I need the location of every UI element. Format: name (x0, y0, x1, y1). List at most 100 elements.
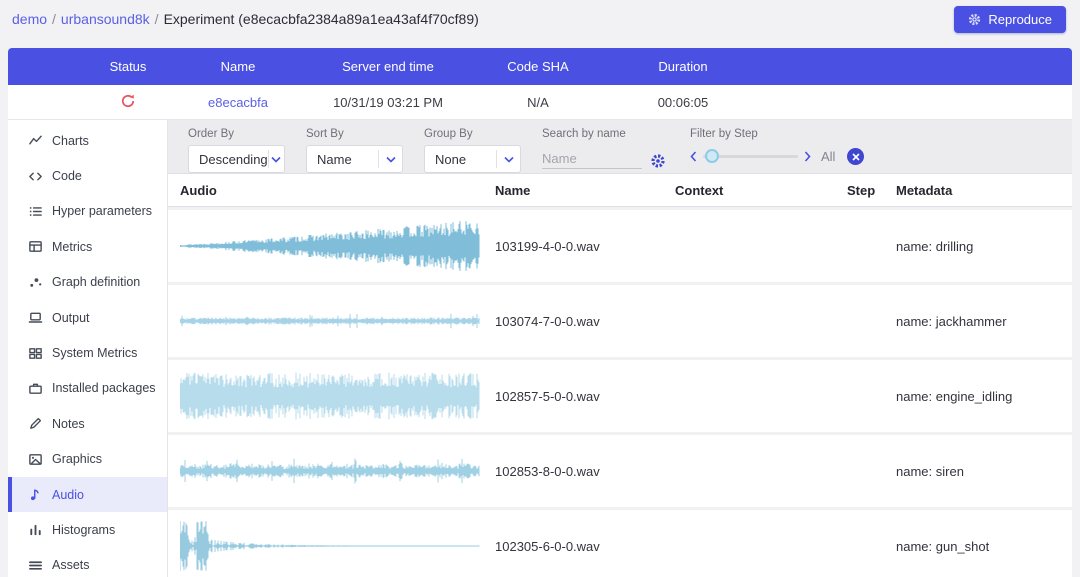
duration-value: 00:06:05 (598, 95, 768, 110)
sidebar-item-histograms[interactable]: Histograms (8, 512, 167, 547)
order-by-group: Order By Descending (188, 128, 285, 173)
audio-name: 102853-8-0-0.wav (495, 464, 675, 479)
sidebar-item-system-metrics[interactable]: System Metrics (8, 335, 167, 370)
column-status: Status (78, 59, 178, 74)
audio-table-header: Audio Name Context Step Metadata (168, 174, 1072, 207)
breadcrumb-link-workspace[interactable]: demo (12, 11, 47, 27)
audio-table: Audio Name Context Step Metadata 103199-… (168, 174, 1072, 577)
image-icon (28, 452, 43, 467)
audio-name: 103074-7-0-0.wav (495, 314, 675, 329)
sidebar-item-code[interactable]: Code (8, 158, 167, 193)
column-context: Context (675, 183, 847, 198)
sidebar: Charts Code Hyper parameters Metrics Gra… (8, 120, 168, 577)
sort-by-label: Sort By (306, 128, 403, 140)
gear-icon (968, 13, 981, 26)
search-label: Search by name (542, 128, 666, 140)
column-metadata: Metadata (892, 183, 1072, 198)
sidebar-item-installed-packages[interactable]: Installed packages (8, 371, 167, 406)
chevron-down-icon (268, 150, 284, 168)
chart-icon (28, 133, 43, 148)
step-filter-group: Filter by Step All (690, 128, 864, 165)
table-icon (28, 239, 43, 254)
order-by-select[interactable]: Descending (188, 145, 285, 173)
code-icon (28, 169, 43, 184)
sidebar-item-graphics[interactable]: Graphics (8, 442, 167, 477)
search-input[interactable] (542, 149, 642, 169)
sidebar-item-hyper-parameters[interactable]: Hyper parameters (8, 194, 167, 229)
step-slider[interactable] (703, 155, 798, 158)
column-code-sha: Code SHA (478, 59, 598, 74)
chevron-down-icon (496, 150, 520, 168)
waveform-player[interactable] (180, 443, 480, 499)
breadcrumb-separator: / (52, 11, 56, 27)
audio-metadata: name: gun_shot (892, 539, 1072, 554)
filter-bar: Order By Descending Sort By Name Group B… (168, 120, 1072, 174)
reproduce-button[interactable]: Reproduce (954, 6, 1066, 33)
close-icon[interactable] (847, 148, 864, 165)
column-server-end-time: Server end time (298, 59, 478, 74)
sidebar-item-graph-definition[interactable]: Graph definition (8, 265, 167, 300)
audio-row: 102305-6-0-0.wav name: gun_shot (168, 507, 1072, 577)
briefcase-icon (28, 381, 43, 396)
grid-icon (28, 346, 43, 361)
order-by-label: Order By (188, 128, 285, 140)
pencil-icon (28, 416, 43, 431)
chevron-left-icon[interactable] (690, 151, 697, 162)
breadcrumb-link-project[interactable]: urbansound8k (61, 11, 150, 27)
waveform-player[interactable] (180, 518, 480, 574)
sidebar-item-charts[interactable]: Charts (8, 123, 167, 158)
column-name: Name (495, 183, 675, 198)
column-step: Step (847, 183, 892, 198)
audio-row: 103199-4-0-0.wav name: drilling (168, 207, 1072, 282)
search-group: Search by name (542, 128, 666, 169)
audio-name: 103199-4-0-0.wav (495, 239, 675, 254)
breadcrumb-current: Experiment (e8ecacbfa2384a89a1ea43af4f70… (164, 11, 479, 27)
breadcrumb: demo / urbansound8k / Experiment (e8ecac… (12, 11, 479, 27)
step-slider-handle[interactable] (705, 149, 719, 163)
chevron-right-icon[interactable] (804, 151, 811, 162)
waveform-player[interactable] (180, 293, 480, 349)
sort-by-select[interactable]: Name (306, 145, 403, 173)
experiment-card: Status Name Server end time Code SHA Dur… (8, 48, 1072, 577)
top-bar: demo / urbansound8k / Experiment (e8ecac… (0, 0, 1080, 38)
audio-metadata: name: drilling (892, 239, 1072, 254)
list-icon (28, 204, 43, 219)
audio-row: 102857-5-0-0.wav name: engine_idling (168, 357, 1072, 432)
sidebar-item-audio[interactable]: Audio (8, 477, 167, 512)
scatter-icon (28, 275, 43, 290)
sidebar-item-assets[interactable]: Assets (8, 548, 167, 577)
step-filter-label: Filter by Step (690, 128, 864, 140)
experiment-table-header: Status Name Server end time Code SHA Dur… (8, 48, 1072, 85)
group-by-group: Group By None (424, 128, 521, 173)
code-sha-value: N/A (478, 95, 598, 110)
column-name: Name (178, 59, 298, 74)
refresh-icon[interactable] (120, 93, 136, 109)
sidebar-item-notes[interactable]: Notes (8, 406, 167, 441)
group-by-select[interactable]: None (424, 145, 521, 173)
lines-icon (28, 558, 43, 573)
music-note-icon (28, 487, 43, 502)
audio-row: 102853-8-0-0.wav name: siren (168, 432, 1072, 507)
audio-metadata: name: engine_idling (892, 389, 1072, 404)
audio-metadata: name: siren (892, 464, 1072, 479)
column-duration: Duration (598, 59, 768, 74)
waveform-player[interactable] (180, 368, 480, 424)
chevron-down-icon (378, 150, 402, 168)
sidebar-item-output[interactable]: Output (8, 300, 167, 335)
audio-metadata: name: jackhammer (892, 314, 1072, 329)
server-end-time-value: 10/31/19 03:21 PM (298, 95, 478, 110)
sidebar-item-metrics[interactable]: Metrics (8, 229, 167, 264)
experiment-name-link[interactable]: e8ecacbfa (208, 95, 268, 110)
sort-by-group: Sort By Name (306, 128, 403, 173)
experiment-row: e8ecacbfa 10/31/19 03:21 PM N/A 00:06:05 (8, 85, 1072, 120)
waveform-player[interactable] (180, 218, 480, 274)
histogram-icon (28, 522, 43, 537)
breadcrumb-separator: / (155, 11, 159, 27)
audio-row: 103074-7-0-0.wav name: jackhammer (168, 282, 1072, 357)
audio-name: 102305-6-0-0.wav (495, 539, 675, 554)
gear-icon[interactable] (650, 153, 666, 169)
audio-name: 102857-5-0-0.wav (495, 389, 675, 404)
group-by-label: Group By (424, 128, 521, 140)
column-audio: Audio (180, 183, 495, 198)
step-range-value: All (821, 149, 835, 164)
